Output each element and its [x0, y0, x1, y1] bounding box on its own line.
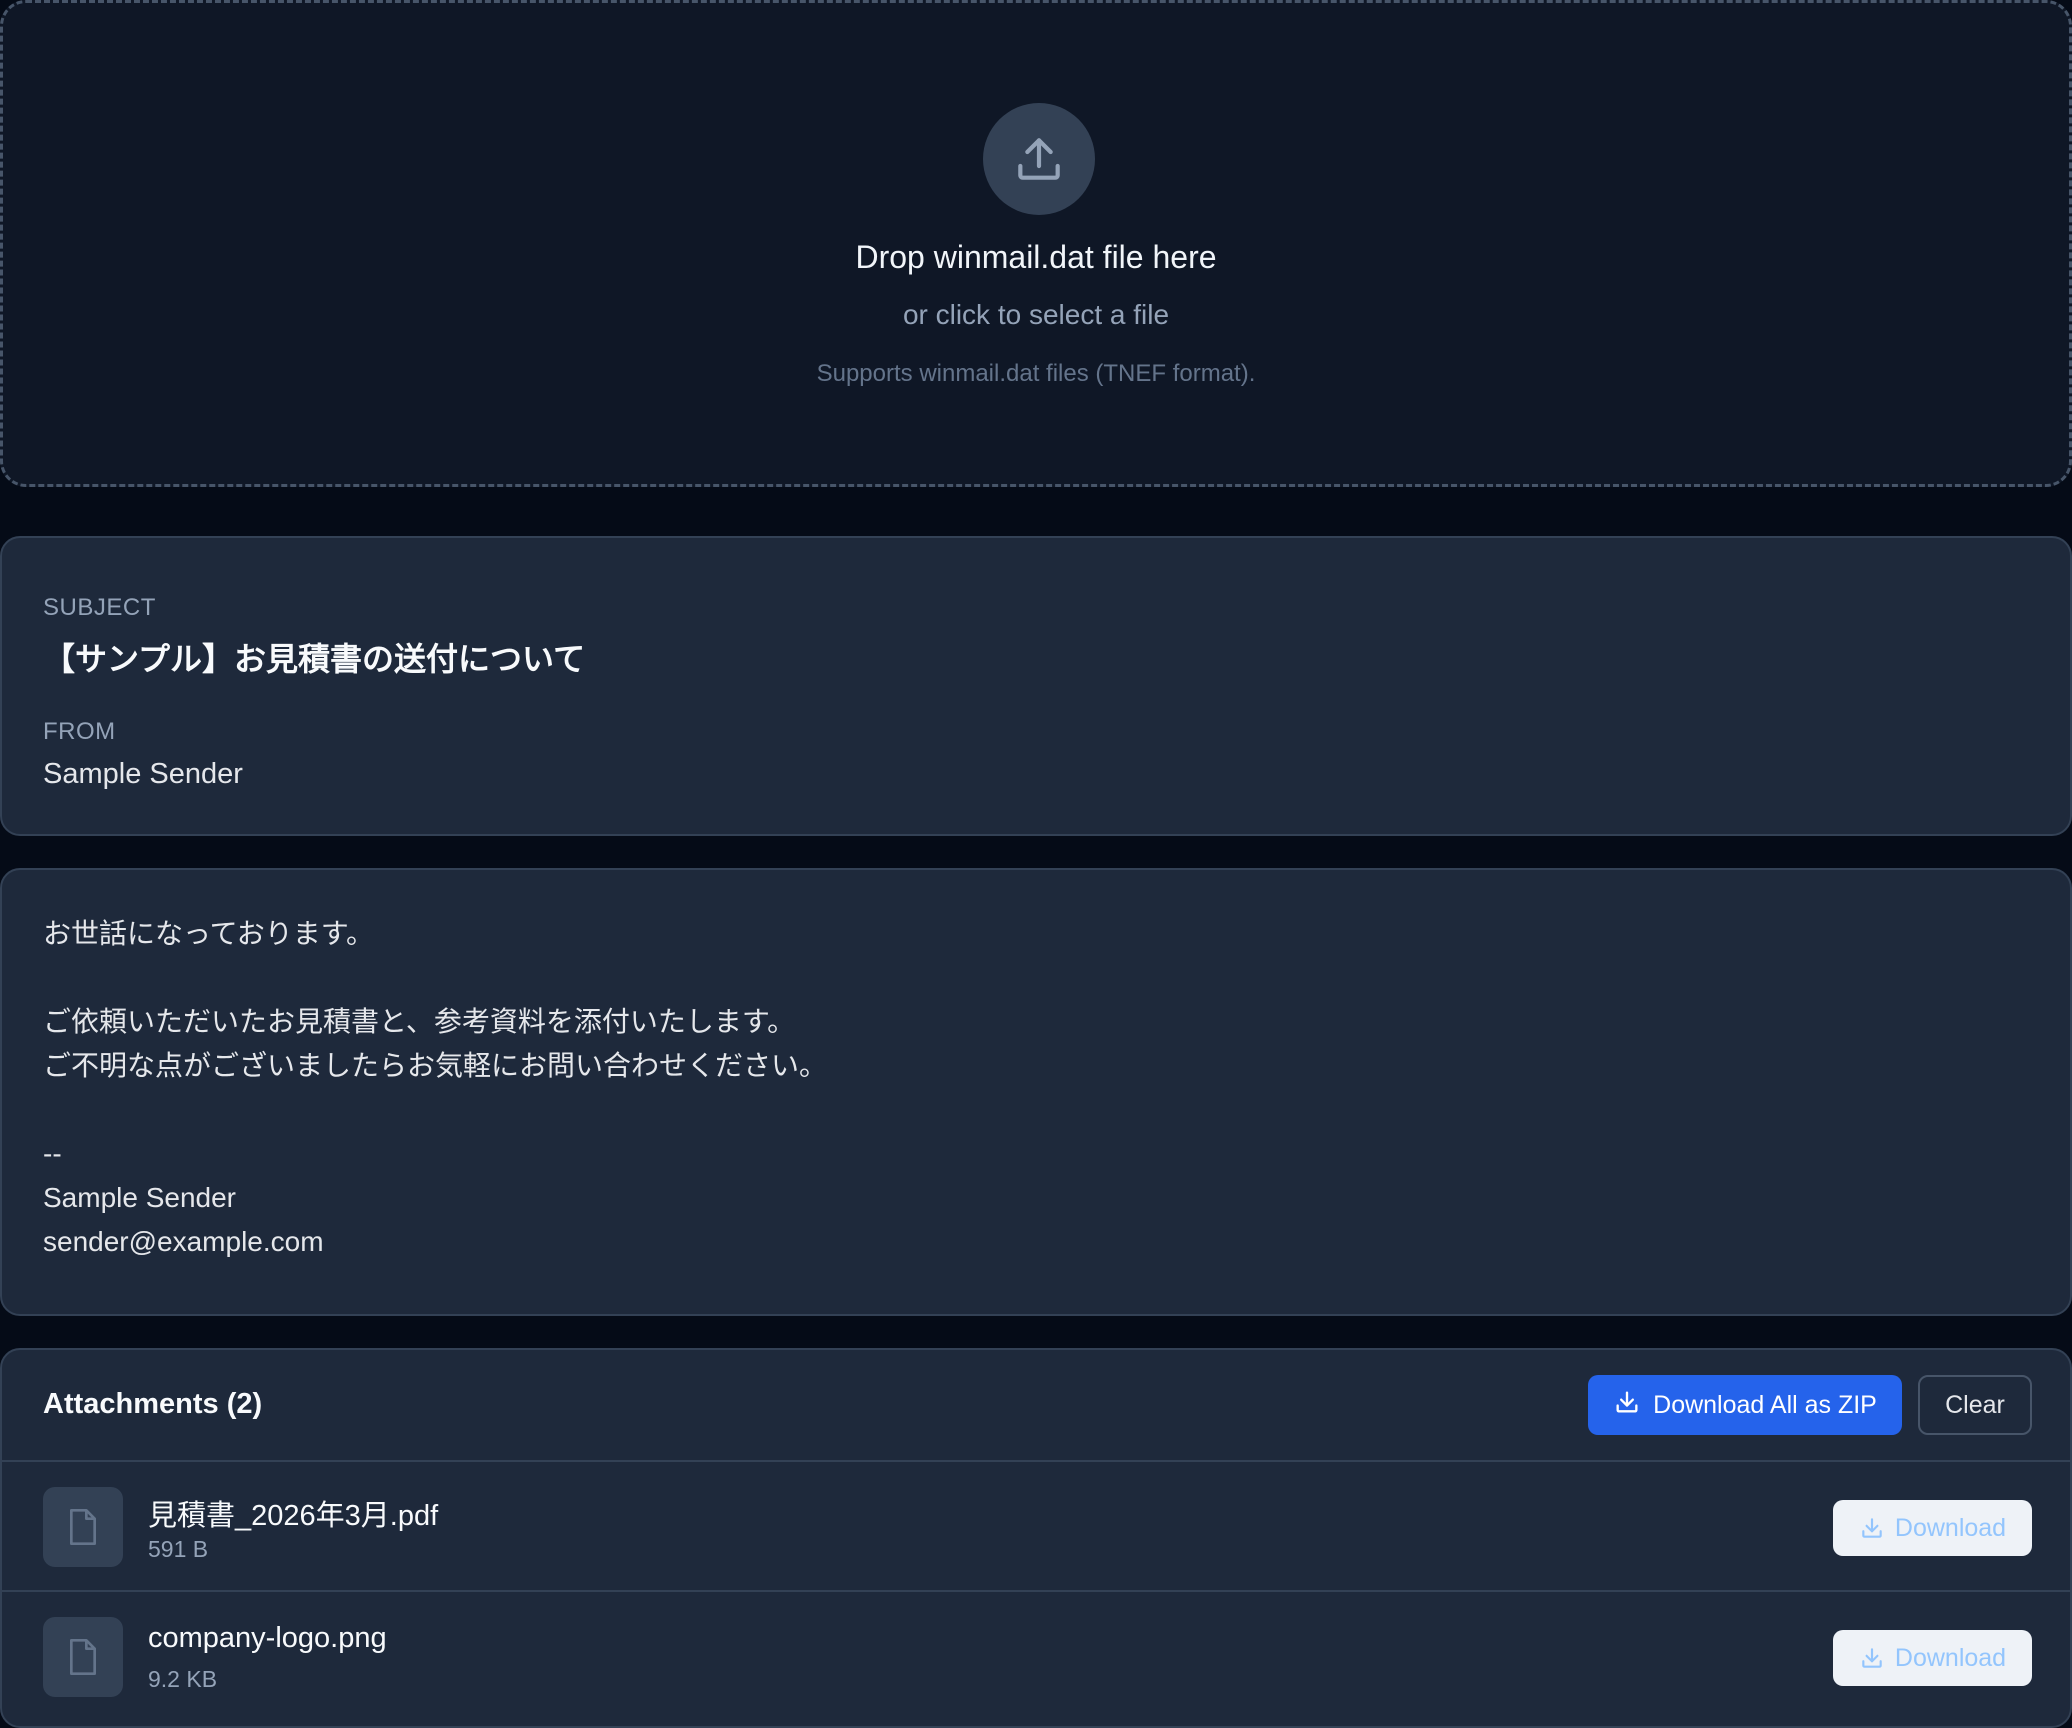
- file-icon: [43, 1487, 123, 1567]
- download-all-label: Download All as ZIP: [1653, 1390, 1877, 1419]
- download-icon: [1859, 1645, 1885, 1671]
- body-line: Sample Sender: [43, 1182, 237, 1213]
- download-icon: [1859, 1515, 1885, 1541]
- dropzone-subtitle: or click to select a file: [902, 299, 1170, 330]
- file-icon: [43, 1617, 123, 1697]
- from-value: Sample Sender: [43, 758, 243, 790]
- subject-label: SUBJECT: [43, 594, 156, 621]
- download-all-zip-button[interactable]: Download All as ZIP: [1588, 1375, 1902, 1435]
- attachments-card: Attachments (2) Download All as ZIP Clea…: [0, 1348, 2072, 1728]
- attachment-row: company-logo.png 9.2 KB Download: [2, 1592, 2070, 1722]
- download-label: Download: [1894, 1513, 2007, 1542]
- dropzone-note: Supports winmail.dat files (TNEF format)…: [816, 360, 1256, 387]
- body-line: ご不明な点がございましたらお気軽にお問い合わせください。: [43, 1050, 828, 1081]
- subject-value: 【サンプル】お見積書の送付について: [43, 641, 586, 677]
- file-name: company-logo.png: [148, 1622, 387, 1654]
- file-dropzone[interactable]: Drop winmail.dat file here or click to s…: [0, 0, 2072, 487]
- clear-button[interactable]: Clear: [1918, 1375, 2032, 1435]
- download-label: Download: [1894, 1643, 2007, 1672]
- body-line: お世話になっております。: [43, 918, 374, 949]
- message-body-card: お世話になっております。 ご依頼いただいたお見積書と、参考資料を添付いたします。…: [0, 868, 2072, 1316]
- body-line: ご依頼いただいたお見積書と、参考資料を添付いたします。: [43, 1006, 796, 1037]
- body-line: --: [43, 1138, 62, 1169]
- dropzone-title: Drop winmail.dat file here: [855, 239, 1217, 275]
- message-header-card: SUBJECT 【サンプル】お見積書の送付について FROM Sample Se…: [0, 536, 2072, 836]
- body-line: sender@example.com: [43, 1226, 324, 1257]
- download-icon: [1613, 1388, 1641, 1423]
- download-button[interactable]: Download: [1833, 1630, 2032, 1686]
- file-size: 591 B: [148, 1536, 209, 1562]
- from-label: FROM: [43, 718, 116, 745]
- file-name: 見積書_2026年3月.pdf: [148, 1500, 439, 1532]
- attachment-row: 見積書_2026年3月.pdf 591 B Download: [2, 1462, 2070, 1592]
- body-line: [43, 1088, 827, 1132]
- body-line: [43, 956, 827, 1000]
- file-size: 9.2 KB: [148, 1666, 218, 1692]
- message-body: お世話になっております。 ご依頼いただいたお見積書と、参考資料を添付いたします。…: [43, 912, 827, 1264]
- download-button[interactable]: Download: [1833, 1500, 2032, 1556]
- upload-icon: [983, 103, 1095, 215]
- attachments-title: Attachments (2): [43, 1388, 263, 1420]
